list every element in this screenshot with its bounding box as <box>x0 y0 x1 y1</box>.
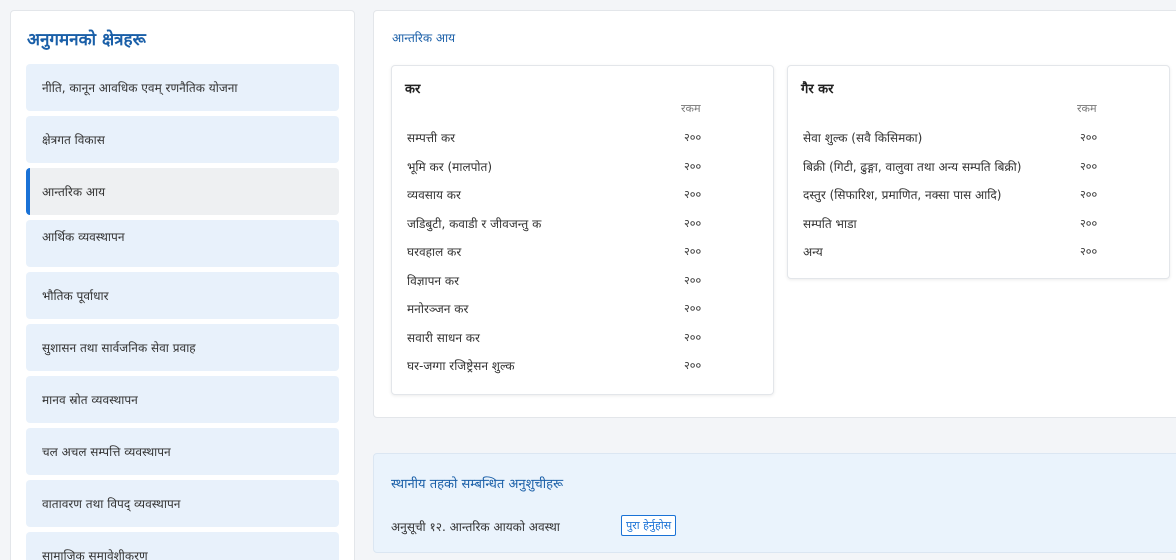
tax-row-name: व्यवसाय कर <box>407 188 461 202</box>
non-tax-row-name: दस्तुर (सिफारिश, प्रमाणित, नक्सा पास आदि… <box>803 188 1002 202</box>
non-tax-row-name: बिक्री (गिटी, ढुङ्गा, वालुवा तथा अन्य सम… <box>803 160 1022 174</box>
view-more-button[interactable]: पुरा हेर्नुहोस <box>621 515 677 536</box>
non-tax-row-amount: २०० <box>1080 160 1098 173</box>
sidebar-title: अनुगमनको क्षेत्रहरू <box>27 30 146 50</box>
tax-row-amount: २०० <box>684 217 702 230</box>
sidebar-item-internal-revenue[interactable]: आन्तरिक आय <box>26 168 339 215</box>
annex-item-text: अनुसूची १२. आन्तरिक आयको अवस्था <box>391 520 560 534</box>
non-tax-row-amount: २०० <box>1080 245 1098 258</box>
sidebar-item-label: क्षेत्रगत विकास <box>42 133 105 147</box>
tax-row-name: घर-जग्गा रजिष्ट्रेसन शुल्क <box>407 359 515 373</box>
tax-row-amount: २०० <box>684 131 702 144</box>
sidebar-item-physical-infrastructure[interactable]: भौतिक पूर्वाधार <box>26 272 339 319</box>
non-tax-row-amount: २०० <box>1080 188 1098 201</box>
amount-column-header: रकम <box>681 102 701 115</box>
tax-row-amount: २०० <box>684 331 702 344</box>
tax-row-amount: २०० <box>684 245 702 258</box>
tax-row-name: विज्ञापन कर <box>407 274 459 288</box>
sidebar-item-label: चल अचल सम्पत्ति व्यवस्थापन <box>42 445 171 459</box>
non-tax-card-heading: गैर कर <box>801 82 834 97</box>
sidebar-item-label: मानव स्रोत व्यवस्थापन <box>42 393 138 407</box>
sidebar-item-environment-disaster[interactable]: वातावरण तथा विपद् व्यवस्थापन <box>26 480 339 527</box>
sidebar-item-good-governance[interactable]: सुशासन तथा सार्वजनिक सेवा प्रवाह <box>26 324 339 371</box>
sidebar-item-property-management[interactable]: चल अचल सम्पत्ति व्यवस्थापन <box>26 428 339 475</box>
sidebar-item-policy[interactable]: नीति, कानून आवधिक एवम् रणनैतिक योजना <box>26 64 339 111</box>
tax-row-name: घरवहाल कर <box>407 245 462 259</box>
main-panel: आन्तरिक आय कर रकम सम्पत्ती कर २०० भूमि क… <box>373 10 1176 418</box>
page-title: आन्तरिक आय <box>392 31 456 45</box>
tax-row-amount: २०० <box>684 188 702 201</box>
sidebar-item-sectoral-development[interactable]: क्षेत्रगत विकास <box>26 116 339 163</box>
sidebar-item-label: आर्थिक व्यवस्थापन <box>42 230 125 244</box>
tax-row-name: सम्पत्ती कर <box>407 131 456 145</box>
tax-card: कर रकम सम्पत्ती कर २०० भूमि कर (मालपोत) … <box>391 65 774 395</box>
sidebar-item-label: सामाजिक समावेशीकरण <box>42 549 148 560</box>
tax-card-heading: कर <box>405 82 421 97</box>
tax-row-amount: २०० <box>684 274 702 287</box>
non-tax-row-name: अन्य <box>803 245 823 259</box>
sidebar-item-label: वातावरण तथा विपद् व्यवस्थापन <box>42 497 181 511</box>
non-tax-row-amount: २०० <box>1080 131 1098 144</box>
tax-row-amount: २०० <box>684 302 702 315</box>
non-tax-row-name: सम्पति भाडा <box>803 217 857 231</box>
tax-row-name: मनोरञ्जन कर <box>407 302 469 316</box>
non-tax-row-name: सेवा शुल्क (सवै किसिमका) <box>803 131 923 145</box>
sidebar-item-social-inclusion[interactable]: सामाजिक समावेशीकरण <box>26 532 339 560</box>
non-tax-card: गैर कर रकम सेवा शुल्क (सवै किसिमका) २०० … <box>787 65 1170 279</box>
tax-row-amount: २०० <box>684 160 702 173</box>
sidebar-item-label: भौतिक पूर्वाधार <box>42 289 109 303</box>
amount-column-header: रकम <box>1077 102 1097 115</box>
related-annex-section: स्थानीय तहको सम्बन्धित अनुशुचीहरू अनुसूच… <box>373 453 1176 553</box>
annex-title: स्थानीय तहको सम्बन्धित अनुशुचीहरू <box>391 477 564 492</box>
sidebar: अनुगमनको क्षेत्रहरू नीति, कानून आवधिक एव… <box>10 10 355 560</box>
non-tax-row-amount: २०० <box>1080 217 1098 230</box>
sidebar-item-financial-management[interactable]: आर्थिक व्यवस्थापन <box>26 220 339 267</box>
sidebar-item-label: आन्तरिक आय <box>42 185 106 199</box>
tax-row-name: भूमि कर (मालपोत) <box>407 160 493 174</box>
tax-row-amount: २०० <box>684 359 702 372</box>
tax-row-name: जडिबुटी, कवाडी र जीवजन्तु क <box>407 217 542 231</box>
sidebar-item-label: सुशासन तथा सार्वजनिक सेवा प्रवाह <box>42 341 196 355</box>
tax-row-name: सवारी साधन कर <box>407 331 480 345</box>
sidebar-item-label: नीति, कानून आवधिक एवम् रणनैतिक योजना <box>42 81 238 95</box>
sidebar-item-human-resource[interactable]: मानव स्रोत व्यवस्थापन <box>26 376 339 423</box>
